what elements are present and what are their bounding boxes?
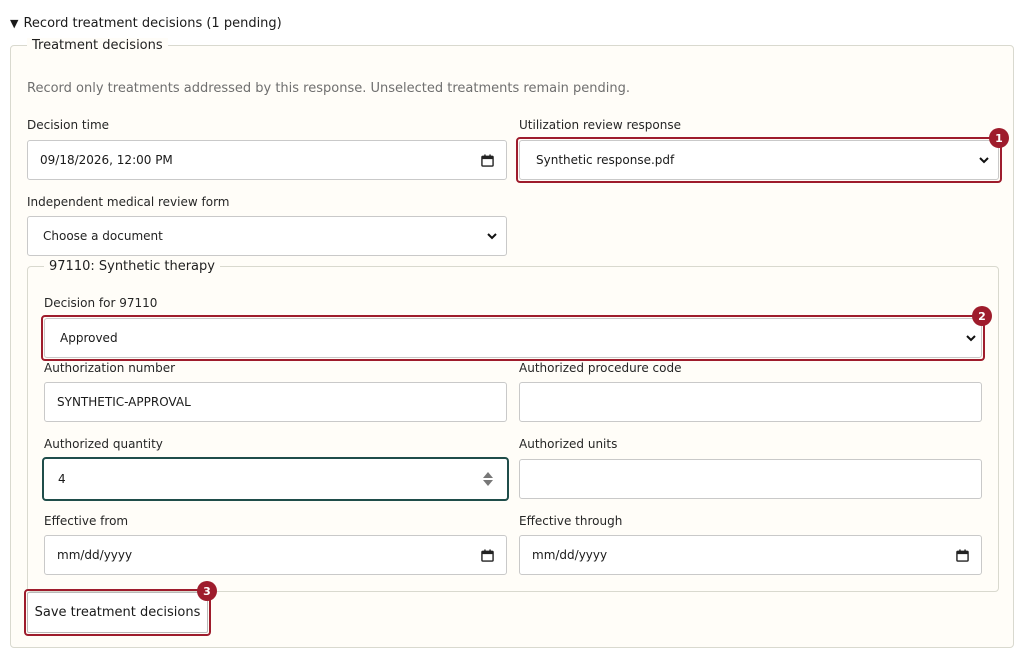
chevron-down-icon [487, 233, 497, 240]
effective-from-input[interactable]: mm/dd/yyyy [44, 535, 507, 575]
section-summary-toggle[interactable]: ▼ Record treatment decisions (1 pending) [10, 16, 282, 31]
imr-form-selected: Choose a document [43, 229, 163, 243]
auth-number-input[interactable]: SYNTHETIC-APPROVAL [44, 382, 507, 422]
decision-selected: Approved [60, 331, 118, 345]
chevron-down-icon [979, 157, 989, 164]
ur-response-label: Utilization review response [519, 118, 681, 132]
imr-form-label: Independent medical review form [27, 195, 230, 209]
decision-time-input[interactable]: 09/18/2026, 12:00 PM [27, 140, 507, 180]
save-button-label: Save treatment decisions [34, 605, 201, 620]
step-badge-1: 1 [989, 128, 1009, 148]
stepper-down-icon[interactable] [483, 480, 493, 486]
auth-qty-input[interactable]: 4 [42, 457, 509, 501]
effective-from-label: Effective from [44, 514, 129, 528]
auth-qty-value: 4 [58, 472, 66, 486]
section-summary-label: Record treatment decisions (1 pending) [23, 16, 282, 31]
auth-number-value: SYNTHETIC-APPROVAL [57, 395, 191, 409]
quantity-stepper[interactable] [483, 472, 493, 486]
decision-time-value: 09/18/2026, 12:00 PM [40, 153, 173, 167]
calendar-icon[interactable] [481, 548, 494, 562]
effective-through-input[interactable]: mm/dd/yyyy [519, 535, 982, 575]
decision-time-label: Decision time [27, 118, 110, 132]
disclosure-triangle-icon: ▼ [10, 17, 19, 30]
auth-units-label: Authorized units [519, 437, 618, 451]
instruction-note: Record only treatments addressed by this… [27, 81, 631, 96]
save-treatment-decisions-button[interactable]: Save treatment decisions [27, 592, 208, 633]
auth-code-label: Authorized procedure code [519, 361, 682, 375]
auth-number-label: Authorization number [44, 361, 176, 375]
effective-through-value: mm/dd/yyyy [532, 548, 608, 562]
step-badge-2: 2 [972, 306, 992, 326]
ur-response-selected: Synthetic response.pdf [536, 153, 675, 167]
auth-code-input[interactable] [519, 382, 982, 422]
effective-through-label: Effective through [519, 514, 623, 528]
treatment-legend: 97110: Synthetic therapy [44, 259, 220, 274]
step-badge-3: 3 [197, 581, 217, 601]
auth-qty-label: Authorized quantity [44, 437, 163, 451]
decision-label: Decision for 97110 [44, 296, 158, 310]
imr-form-select[interactable]: Choose a document [27, 216, 507, 256]
auth-units-input[interactable] [519, 459, 982, 499]
chevron-down-icon [966, 335, 976, 342]
ur-response-select[interactable]: Synthetic response.pdf [519, 140, 999, 180]
stepper-up-icon[interactable] [483, 472, 493, 478]
calendar-icon[interactable] [956, 548, 969, 562]
effective-from-value: mm/dd/yyyy [57, 548, 133, 562]
calendar-icon[interactable] [481, 153, 494, 167]
decision-select[interactable]: Approved [44, 318, 982, 358]
treatment-decisions-legend: Treatment decisions [27, 38, 168, 53]
